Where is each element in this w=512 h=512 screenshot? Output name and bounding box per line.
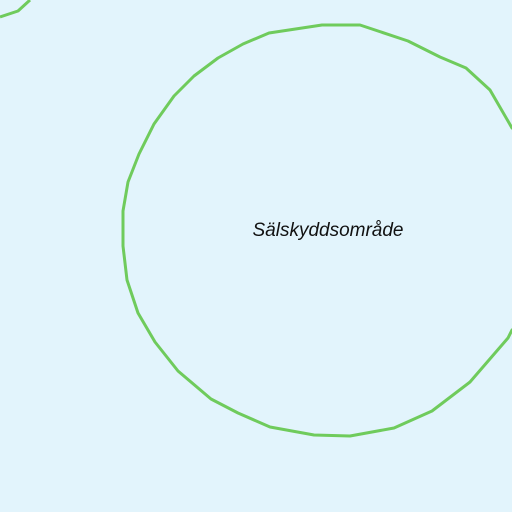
protected-area-label[interactable]: Sälskyddsområde [252,220,403,242]
map-view[interactable]: Sälskyddsområde [0,0,512,512]
map-canvas [0,0,512,512]
water-area [0,0,512,512]
